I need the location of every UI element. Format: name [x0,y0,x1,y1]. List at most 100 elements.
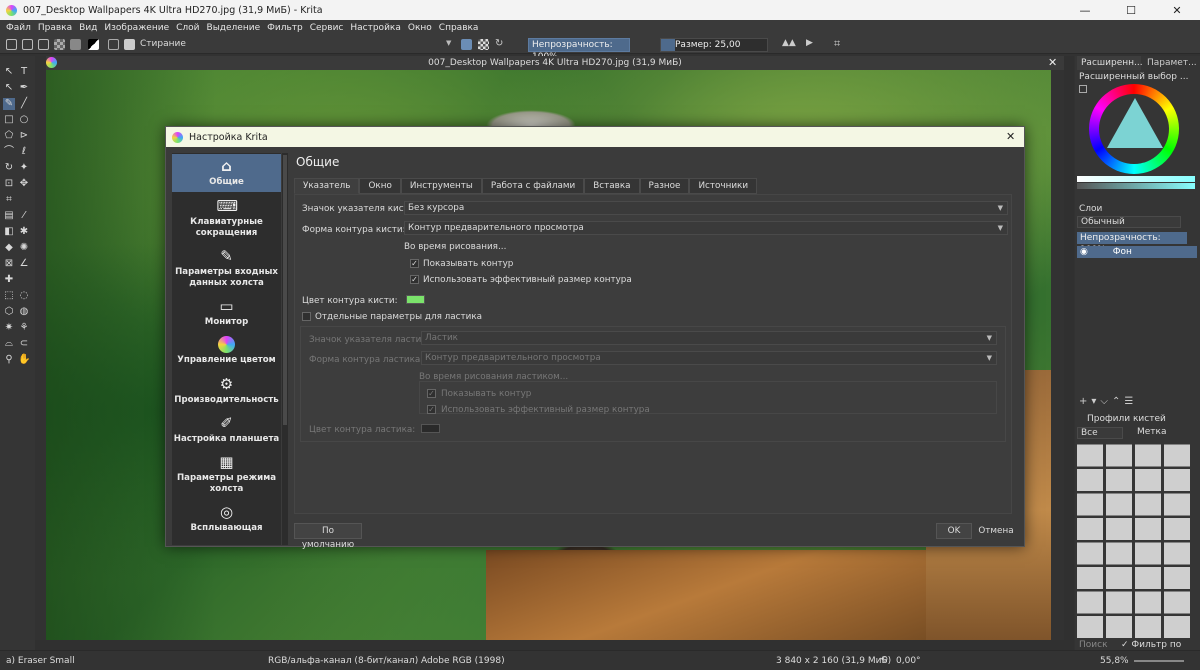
eraser-mode-icon[interactable] [461,39,472,50]
brush-filter-select[interactable]: Все [1077,427,1123,439]
brush-presets-grid[interactable] [1077,442,1191,638]
sidebar-item-canvas-input[interactable]: ✎ Параметры входных данных холста [172,247,281,289]
menu-filter[interactable]: Фильтр [267,23,303,33]
tab-paste[interactable]: Вставка [584,178,640,194]
fg-bg-color-icon[interactable] [88,39,99,50]
zoom-tool-icon[interactable]: ⚲ [3,354,15,366]
status-rotation[interactable]: 0,00° [896,656,921,666]
freehand-brush-tool-icon[interactable]: ✎ [3,98,15,110]
menu-settings[interactable]: Настройка [350,23,401,33]
preset-dropdown-icon[interactable]: ▼ [446,39,451,47]
smart-patch-tool-icon[interactable]: ✱ [18,226,30,238]
sidebar-scrollbar[interactable] [282,153,288,545]
wrap-around-icon[interactable]: ⌗ [834,37,840,51]
tab-miscellaneous[interactable]: Разное [639,178,690,194]
transform-tool-icon[interactable]: ⊡ [3,178,15,190]
maximize-button[interactable]: ☐ [1108,0,1154,20]
dynamic-brush-tool-icon[interactable]: ↻ [3,162,15,174]
new-document-icon[interactable] [6,39,17,50]
calligraphy-tool-icon[interactable]: ✒ [18,82,30,94]
polygon-tool-icon[interactable]: ⬠ [3,130,15,142]
line-tool-icon[interactable]: ╱ [18,98,30,110]
effective-size-checkbox[interactable]: ✓ [410,275,419,284]
open-document-icon[interactable] [22,39,33,50]
menu-image[interactable]: Изображение [104,23,169,33]
multibrush-tool-icon[interactable]: ✦ [18,162,30,174]
save-document-icon[interactable] [38,39,49,50]
tab-window[interactable]: Окно [359,178,401,194]
close-window-button[interactable]: ✕ [1154,0,1200,20]
assistant-tool-icon[interactable]: ⊠ [3,258,15,270]
rotation-icon[interactable]: ⟲ [880,655,888,665]
color-wheel[interactable] [1089,84,1179,174]
menu-file[interactable]: Файл [6,23,31,33]
layer-row[interactable]: ◉ Фон [1077,246,1197,258]
pan-tool-icon[interactable]: ✋ [18,354,30,366]
mirror-horizontal-icon[interactable]: ▲▲ [782,38,796,48]
enclose-fill-tool-icon[interactable]: ✺ [18,242,30,254]
sidebar-item-display[interactable]: ▭ Монитор [172,297,281,328]
separate-eraser-checkbox[interactable] [302,312,311,321]
pattern-icon[interactable] [70,39,81,50]
ellipse-tool-icon[interactable]: ○ [18,114,30,126]
tab-resources[interactable]: Источники [689,178,758,194]
sidebar-item-general[interactable]: ⌂ Общие [172,154,281,192]
color-settings-icon[interactable] [1079,85,1087,93]
dialog-close-button[interactable]: ✕ [1006,130,1015,143]
reload-preset-icon[interactable]: ↻ [495,38,503,49]
canvas-horizontal-scrollbar[interactable] [35,640,1064,650]
ok-button[interactable]: OK [936,523,972,539]
mirror-vertical-icon[interactable]: ▶ [806,38,813,48]
menu-help[interactable]: Справка [439,23,479,33]
show-outline-checkbox[interactable]: ✓ [410,259,419,268]
contiguous-select-tool-icon[interactable]: ✷ [3,322,15,334]
sidebar-item-popup-palette[interactable]: ◎ Всплывающая [172,503,281,534]
menu-window[interactable]: Окно [408,23,432,33]
gradient-icon[interactable] [54,39,65,50]
measure-tool-icon[interactable]: ∠ [18,258,30,270]
tab-cursor[interactable]: Указатель [294,178,360,194]
blend-mode-select[interactable]: Обычный [1077,216,1181,228]
reference-tool-icon[interactable]: ✚ [3,274,15,286]
sidebar-item-tablet[interactable]: ✐ Настройка планшета [172,414,281,445]
polygon-select-tool-icon[interactable]: ⬡ [3,306,15,318]
text-tool-icon[interactable]: T [18,66,30,78]
brush-editor-icon[interactable] [108,39,119,50]
rect-select-tool-icon[interactable]: ⬚ [3,290,15,302]
sidebar-item-shortcuts[interactable]: ⌨ Клавиатурные сокращения [172,197,281,239]
dock-tab-advanced-color[interactable]: Расширенн... [1077,56,1143,70]
size-slider[interactable]: Размер: 25,00 пикс. [660,38,768,52]
freehand-select-tool-icon[interactable]: ◍ [18,306,30,318]
alpha-lock-icon[interactable] [478,39,489,50]
outline-color-swatch[interactable] [406,295,425,304]
magnetic-select-tool-icon[interactable]: ⊂ [18,338,30,350]
brush-preset-icon[interactable] [124,39,135,50]
ellipse-select-tool-icon[interactable]: ◌ [18,290,30,302]
sidebar-item-color-management[interactable]: ● Управление цветом [172,336,281,366]
rectangle-tool-icon[interactable]: □ [3,114,15,126]
color-picker-tool-icon[interactable]: ⁄ [18,210,30,222]
menu-edit[interactable]: Правка [38,23,72,33]
tab-file-handling[interactable]: Работа с файлами [481,178,585,194]
opacity-slider[interactable]: Непрозрачность: 100% [528,38,630,62]
close-document-icon[interactable]: ✕ [1048,56,1057,69]
document-tab[interactable]: 007_Desktop Wallpapers 4K Ultra HD270.jp… [46,56,1064,70]
bezier-tool-icon[interactable]: ⌒ [3,146,15,158]
edit-shapes-tool-icon[interactable]: ↖ [3,82,15,94]
gradient-tool-icon[interactable]: ▤ [3,210,15,222]
sidebar-item-canvas-only[interactable]: ▦ Параметры режима холста [172,453,281,495]
color-saturation-bar[interactable] [1077,183,1195,189]
sidebar-item-performance[interactable]: ⚙ Производительность [172,375,281,406]
menu-layer[interactable]: Слой [176,23,199,33]
dock-tab-tool-options[interactable]: Парамет... [1147,56,1199,70]
menu-view[interactable]: Вид [79,23,97,33]
canvas-vertical-scrollbar[interactable] [1064,56,1074,650]
select-shapes-tool-icon[interactable]: ↖ [3,66,15,78]
layer-opacity-slider[interactable]: Непрозрачность: 100% [1077,232,1187,255]
status-zoom[interactable]: 55,8% [1100,656,1129,666]
freehand-path-tool-icon[interactable]: ℓ [18,146,30,158]
colorize-mask-tool-icon[interactable]: ◧ [3,226,15,238]
outline-shape-select[interactable]: Контур предварительного просмотра ▼ [404,221,1008,235]
menu-tools[interactable]: Сервис [310,23,344,33]
restore-defaults-button[interactable]: По умолчанию [294,523,362,550]
